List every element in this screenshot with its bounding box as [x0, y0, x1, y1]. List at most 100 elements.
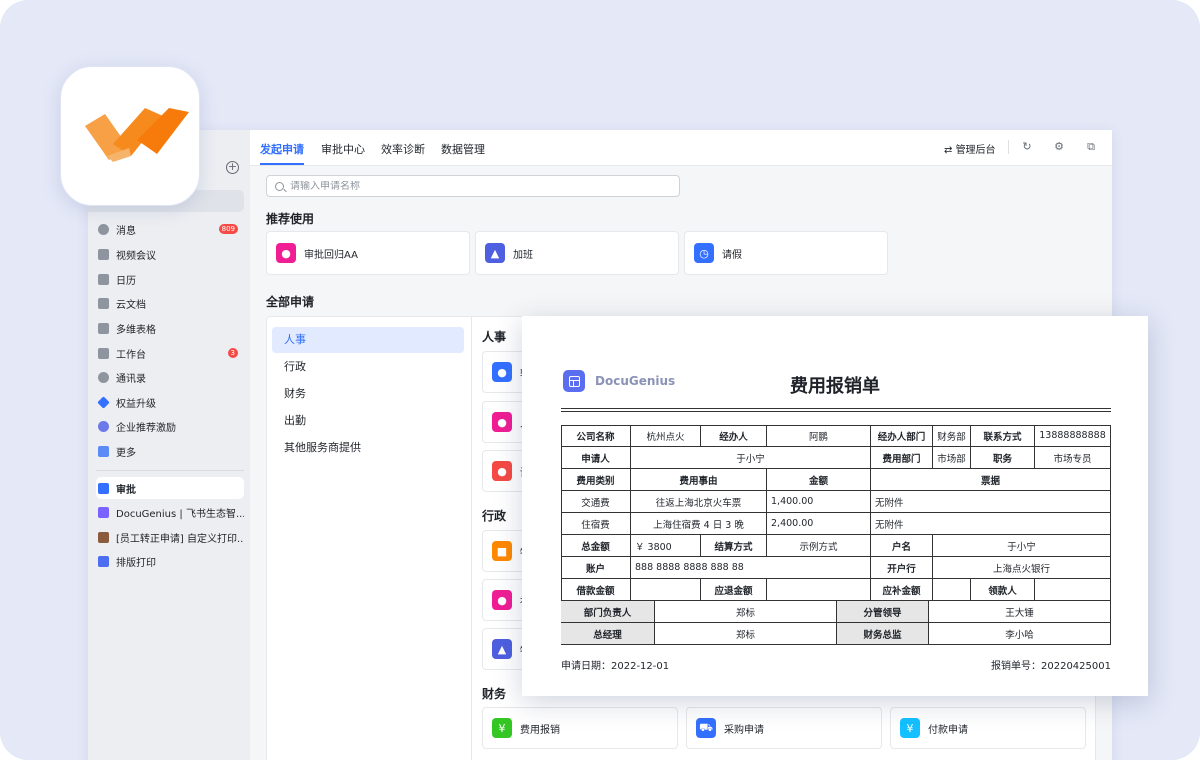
plus-icon[interactable]: +: [226, 161, 239, 174]
sidebar-app-layout-print[interactable]: 排版打印: [96, 550, 244, 572]
rec-card-overtime[interactable]: ▲ 加班: [475, 231, 679, 275]
search-input-box[interactable]: [266, 175, 680, 197]
toolbar-divider: [1008, 140, 1009, 154]
category-attendance[interactable]: 出勤: [272, 408, 464, 434]
person-icon: ●: [276, 243, 296, 263]
col-header: 费用事由: [631, 469, 767, 491]
cell-label: 应退金额: [701, 579, 767, 601]
group-title-hr: 人事: [482, 330, 507, 344]
sidebar-item-base[interactable]: 多维表格: [96, 317, 244, 339]
diamond-icon: [97, 395, 110, 409]
app-card-purchase[interactable]: ⛟ 采购申请: [686, 707, 882, 749]
app-card-label: 采购申请: [724, 724, 764, 736]
active-tab-indicator: [260, 163, 304, 165]
sidebar-item-label: 权益升级: [116, 398, 156, 410]
sidebar-item-workplace[interactable]: 工作台 3: [96, 342, 244, 364]
cell-label: 结算方式: [701, 535, 767, 557]
cell-value: 杭州点火: [631, 425, 701, 447]
cell-value: 示例方式: [767, 535, 871, 557]
rec-card-approval-aa[interactable]: ● 审批回归AA: [266, 231, 470, 275]
cell-label: 公司名称: [561, 425, 631, 447]
cell-value: 无附件: [871, 491, 1111, 513]
cart-icon: ⛟: [696, 718, 716, 738]
sidebar-item-video[interactable]: 视频会议: [96, 243, 244, 265]
category-third-party[interactable]: 其他服务商提供: [272, 435, 464, 461]
sidebar-item-referral[interactable]: 企业推荐激励: [96, 415, 244, 437]
doc-rule: [561, 411, 1111, 412]
box-icon: ■: [492, 541, 512, 561]
group-title-admin: 行政: [482, 509, 507, 523]
tab-initiate[interactable]: 发起申请: [260, 141, 304, 157]
table-icon: [98, 322, 109, 334]
approval-icon: [98, 482, 109, 494]
cell-label: 部门负责人: [561, 601, 655, 623]
tab-approval-center[interactable]: 审批中心: [321, 141, 365, 157]
cell-value: 上海住宿费 4 日 3 晚: [631, 513, 767, 535]
group-title-finance: 财务: [482, 687, 507, 701]
cell-label: 领款人: [971, 579, 1035, 601]
tab-efficiency[interactable]: 效率诊断: [381, 141, 425, 157]
lamp-icon: ▲: [485, 243, 505, 263]
sidebar-item-upgrade[interactable]: 权益升级: [96, 391, 244, 413]
cell-empty: [767, 579, 871, 601]
category-hr[interactable]: 人事: [272, 327, 464, 353]
cell-value: 财务部: [933, 425, 971, 447]
expense-table: 公司名称 杭州点火 经办人 阿鹏 经办人部门 财务部 联系方式 13888888…: [561, 425, 1111, 645]
admin-console-button[interactable]: ⇄ 管理后台: [944, 141, 996, 156]
cell-label: 财务总监: [837, 623, 929, 645]
sidebar-item-label: 更多: [116, 447, 136, 459]
doc-icon: [98, 297, 109, 309]
sidebar-item-docs[interactable]: 云文档: [96, 292, 244, 314]
count-badge: 3: [227, 348, 238, 358]
sidebar-item-contacts[interactable]: 通讯录: [96, 366, 244, 388]
cell-label: 职务: [971, 447, 1035, 469]
sidebar-item-messages[interactable]: 消息 809: [96, 218, 244, 240]
rec-card-leave[interactable]: ◷ 请假: [684, 231, 888, 275]
gear-icon[interactable]: ⚙: [1053, 141, 1065, 153]
layout-icon: [98, 555, 109, 567]
sidebar-item-label: 视频会议: [116, 250, 156, 262]
sidebar-item-label: 云文档: [116, 299, 146, 311]
cell-empty: [1035, 579, 1111, 601]
cell-label: 经办人: [701, 425, 767, 447]
app-card-payment[interactable]: ¥ 付款申请: [890, 707, 1086, 749]
cell-label: 经办人部门: [871, 425, 933, 447]
search-input[interactable]: [290, 180, 650, 192]
reimbursement-number: 报销单号：20220425001: [991, 661, 1111, 672]
cell-label: 费用部门: [871, 447, 933, 469]
lamp-icon: ▲: [492, 639, 512, 659]
category-admin[interactable]: 行政: [272, 354, 464, 380]
application-date: 申请日期：2022-12-01: [561, 661, 670, 672]
refresh-icon[interactable]: ↻: [1021, 141, 1033, 153]
background-stage: + 消息 809 视频会议 日历 云文档 多维表格 工作台 3 通讯录 权益升级…: [0, 0, 1200, 760]
yen-coin-icon: ¥: [900, 718, 920, 738]
user-star-icon: [98, 420, 109, 432]
search-icon: [275, 181, 284, 191]
rec-card-label: 加班: [513, 249, 533, 261]
sidebar-item-calendar[interactable]: 日历: [96, 268, 244, 290]
cell-value: 阿鹏: [767, 425, 871, 447]
cell-label: 账户: [561, 557, 631, 579]
sidebar-item-label: 审批: [116, 484, 136, 496]
sliders-icon: ⇄: [944, 145, 956, 156]
sidebar-app-probation[interactable]: [员工转正申请] 自定义打印...: [96, 526, 244, 548]
person-icon: ●: [492, 590, 512, 610]
cell-value: 于小宁: [933, 535, 1111, 557]
docugenius-icon: [98, 506, 109, 518]
more-icon: [98, 445, 109, 457]
top-tabbar: 发起申请 审批中心 效率诊断 数据管理 ⇄ 管理后台 ↻ ⚙ ⧉: [250, 130, 1112, 166]
sidebar-app-docugenius[interactable]: DocuGenius | 飞书生态智...: [96, 501, 244, 523]
cell-label: 应补金额: [871, 579, 933, 601]
sidebar-app-approval[interactable]: 审批: [96, 477, 244, 499]
cell-value: 市场专员: [1035, 447, 1111, 469]
cell-value: 无附件: [871, 513, 1111, 535]
app-card-expense[interactable]: ¥ 费用报销: [482, 707, 678, 749]
sidebar-item-more[interactable]: 更多: [96, 440, 244, 462]
recommended-title: 推荐使用: [266, 212, 315, 226]
open-window-icon[interactable]: ⧉: [1085, 141, 1097, 153]
sidebar-item-label: 多维表格: [116, 324, 156, 336]
person-icon: ●: [492, 362, 512, 382]
category-finance[interactable]: 财务: [272, 381, 464, 407]
sidebar-item-label: [员工转正申请] 自定义打印...: [116, 533, 244, 545]
tab-data-management[interactable]: 数据管理: [441, 141, 485, 157]
